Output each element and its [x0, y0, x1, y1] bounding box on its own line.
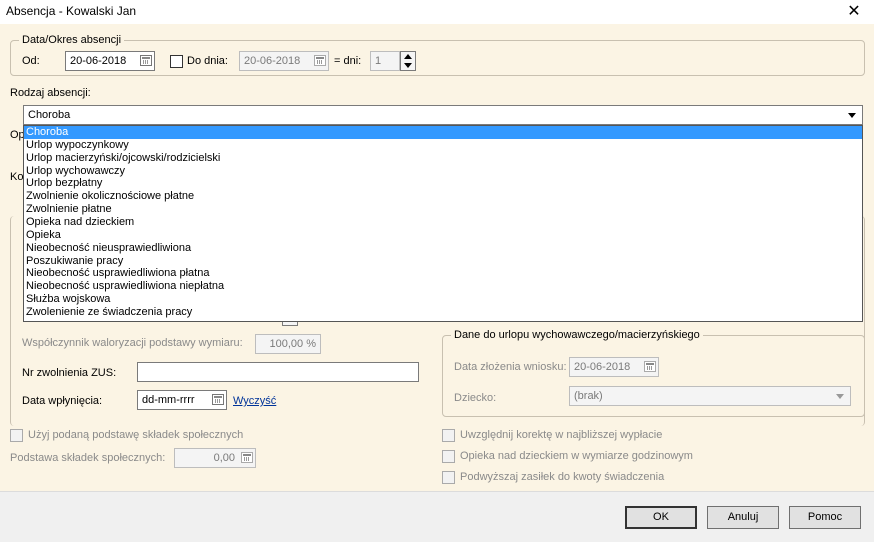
absence-type-option[interactable]: Zwolnienie okolicznościowe płatne: [24, 190, 862, 203]
absence-type-option[interactable]: Urlop macierzyński/ojcowski/rodzicielski: [24, 152, 862, 165]
dziecko-value: (brak): [574, 390, 603, 402]
od-date-value: 20-06-2018: [70, 55, 127, 67]
window-title: Absencja - Kowalski Jan: [6, 4, 137, 18]
data-zlozenia-value: 20-06-2018: [574, 361, 631, 373]
uzyj-podstawe-checkbox[interactable]: [10, 429, 23, 442]
wyczysc-link[interactable]: Wyczyść: [233, 395, 276, 407]
od-label: Od:: [22, 55, 40, 67]
absence-type-option[interactable]: Zwolenienie ze świadczenia pracy: [24, 306, 862, 319]
wspolczynnik-field[interactable]: 100,00 %: [255, 334, 321, 354]
data-wplyniecia-label: Data wpłynięcia:: [22, 395, 103, 407]
absence-type-select[interactable]: Choroba: [23, 105, 863, 125]
pomoc-button[interactable]: Pomoc: [789, 506, 861, 529]
date-group-legend: Data/Okres absencji: [19, 34, 125, 46]
absence-type-option[interactable]: Opieka: [24, 229, 862, 242]
absence-type-option[interactable]: Urlop wypoczynkowy: [24, 139, 862, 152]
button-bar: OK Anuluj Pomoc: [0, 491, 874, 542]
do-dnia-date-field[interactable]: 20-06-2018: [239, 51, 329, 71]
uzyj-podstawe-label: Użyj podaną podstawę składek społecznych: [28, 429, 244, 441]
od-date-field[interactable]: 20-06-2018: [65, 51, 155, 71]
absence-type-selected: Choroba: [28, 109, 71, 121]
dni-value: 1: [375, 55, 382, 67]
dziecko-select[interactable]: (brak): [569, 386, 851, 406]
wspolczynnik-label: Współczynnik waloryzacji podstawy wymiar…: [22, 337, 243, 349]
do-dnia-checkbox[interactable]: [170, 55, 183, 68]
partial-label-ko: Ko: [10, 171, 24, 183]
spin-up-icon[interactable]: [404, 54, 412, 59]
podstawa-label: Podstawa składek społecznych:: [10, 452, 166, 464]
dni-label: = dni:: [334, 55, 362, 67]
dni-field[interactable]: 1: [370, 51, 400, 71]
urlop-group-legend: Dane do urlopu wychowawczego/macierzyńsk…: [451, 329, 703, 341]
opieka-godzinowa-label: Opieka nad dzieckiem w wymiarze godzinow…: [460, 450, 693, 462]
spin-down-icon[interactable]: [404, 63, 412, 68]
calendar-icon[interactable]: [644, 361, 656, 372]
absence-type-option[interactable]: Urlop wychowawczy: [24, 165, 862, 178]
chevron-down-icon[interactable]: [836, 394, 844, 399]
korekta-checkbox[interactable]: [442, 429, 455, 442]
absence-type-option[interactable]: Nieobecność usprawiedliwiona niepłatna: [24, 280, 862, 293]
wspolczynnik-value: 100,00 %: [269, 338, 316, 350]
absence-type-option[interactable]: Zwolnienie płatne: [24, 203, 862, 216]
podstawa-value: 0,00: [213, 452, 235, 464]
nr-zus-field[interactable]: [137, 362, 419, 382]
calendar-icon[interactable]: [140, 55, 152, 66]
podwyzszaj-label: Podwyższaj zasiłek do kwoty świadczenia: [460, 471, 665, 483]
data-wplyniecia-field[interactable]: dd-mm-rrrr: [137, 390, 227, 410]
ok-button[interactable]: OK: [625, 506, 697, 529]
data-wplyniecia-value: dd-mm-rrrr: [142, 394, 195, 406]
do-dnia-label: Do dnia:: [187, 55, 228, 67]
absence-type-option[interactable]: Nieobecność usprawiedliwiona płatna: [24, 267, 862, 280]
absence-type-dropdown-list[interactable]: Choroba Urlop wypoczynkowy Urlop macierzyń…: [23, 125, 863, 322]
podwyzszaj-checkbox[interactable]: [442, 471, 455, 484]
calendar-icon[interactable]: [314, 55, 326, 66]
dni-spinner[interactable]: [400, 51, 416, 71]
absence-type-option[interactable]: Służba wojskowa: [24, 293, 862, 306]
absence-type-option[interactable]: Choroba: [24, 126, 862, 139]
do-dnia-date-value: 20-06-2018: [244, 55, 301, 67]
dziecko-label: Dziecko:: [454, 392, 497, 404]
chevron-down-icon[interactable]: [848, 113, 856, 118]
nr-zus-label: Nr zwolnienia ZUS:: [22, 367, 117, 379]
calculator-icon[interactable]: [241, 452, 253, 463]
anuluj-button[interactable]: Anuluj: [707, 506, 779, 529]
data-zlozenia-label: Data złożenia wniosku:: [454, 361, 567, 373]
podstawa-field[interactable]: 0,00: [174, 448, 256, 468]
absence-type-option[interactable]: Opieka nad dzieckiem: [24, 216, 862, 229]
absence-type-option[interactable]: Urlop bezpłatny: [24, 177, 862, 190]
absence-type-option[interactable]: Nieobecność nieusprawiedliwiona: [24, 242, 862, 255]
absence-type-label: Rodzaj absencji:: [10, 87, 91, 99]
opieka-godzinowa-checkbox[interactable]: [442, 450, 455, 463]
korekta-label: Uwzględnij korektę w najbliższej wypłaci…: [460, 429, 663, 441]
title-bar: Absencja - Kowalski Jan ✕: [0, 0, 874, 24]
close-icon[interactable]: ✕: [842, 1, 866, 21]
absence-type-option[interactable]: Poszukiwanie pracy: [24, 255, 862, 268]
data-zlozenia-field[interactable]: 20-06-2018: [569, 357, 659, 377]
calendar-icon[interactable]: [212, 394, 224, 405]
